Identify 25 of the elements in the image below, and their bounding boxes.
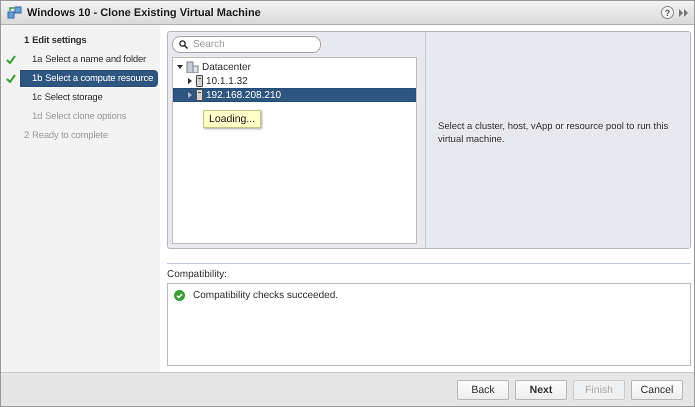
double-chevron-icon[interactable] xyxy=(679,8,688,16)
compatibility-message: Compatibility checks succeeded. xyxy=(193,290,338,301)
search-field[interactable]: Search xyxy=(172,36,321,53)
server-icon xyxy=(196,89,203,101)
tree-item[interactable]: Datacenter xyxy=(173,60,416,74)
wizard-button[interactable]: Back xyxy=(457,380,509,400)
wizard-step[interactable]: 1b Select a compute resource xyxy=(20,70,158,86)
wizard-step[interactable]: 1a Select a name and folder xyxy=(20,50,158,68)
hint-text: Select a cluster, host, vApp or resource pool to run this virtual machine. xyxy=(438,120,670,146)
expand-icon[interactable] xyxy=(187,78,193,84)
help-button[interactable]: ? xyxy=(661,6,674,19)
server-icon xyxy=(196,75,203,87)
tree-item[interactable]: 192.168.208.210 xyxy=(173,88,416,102)
window-title: Windows 10 - Clone Existing Virtual Machine xyxy=(27,6,262,18)
vm-clone-icon xyxy=(7,6,22,20)
search-icon xyxy=(179,40,188,49)
wizard-button[interactable]: Cancel xyxy=(631,380,683,400)
wizard-step[interactable]: 1 Edit settings xyxy=(20,32,158,48)
building-icon xyxy=(186,61,199,73)
wizard-button[interactable]: Next xyxy=(515,380,567,400)
tree-item[interactable]: 10.1.1.32 xyxy=(173,74,416,88)
collapse-icon[interactable] xyxy=(177,64,183,70)
loading-tooltip: Loading... xyxy=(203,110,262,128)
compatibility-label: Compatibility: xyxy=(167,262,691,280)
wizard-step[interactable]: 1c Select storage xyxy=(20,88,158,106)
